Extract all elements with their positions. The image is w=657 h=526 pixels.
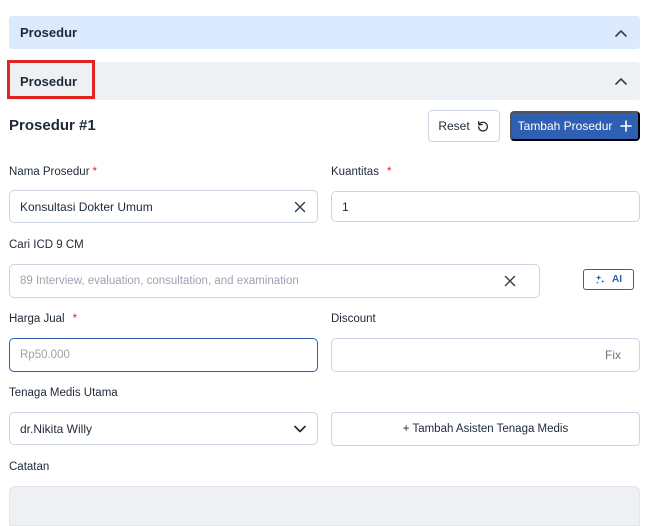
icd-search-input[interactable]: 89 Interview, evaluation, consultation, …: [9, 264, 540, 298]
kuantitas-label: Kuantitas *: [331, 166, 392, 178]
add-procedure-button[interactable]: Tambah Prosedur: [510, 111, 640, 141]
icd-label: Cari ICD 9 CM: [9, 239, 84, 251]
plus-icon: [620, 120, 633, 132]
discount-label: Discount: [331, 313, 376, 325]
tenaga-medis-select[interactable]: dr.Nikita Willy: [9, 412, 318, 445]
add-procedure-label: Tambah Prosedur: [517, 119, 613, 133]
tenaga-medis-label: Tenaga Medis Utama: [9, 387, 118, 399]
section-header-prosedur-1[interactable]: Prosedur: [9, 16, 640, 49]
reset-button[interactable]: Reset: [428, 110, 500, 142]
ai-button[interactable]: AI: [583, 269, 634, 290]
required-marker: *: [386, 166, 392, 178]
icd-placeholder: 89 Interview, evaluation, consultation, …: [20, 275, 299, 287]
tenaga-medis-value: dr.Nikita Willy: [20, 421, 93, 436]
catatan-textarea[interactable]: [9, 486, 640, 526]
harga-jual-placeholder: Rp50.000: [20, 349, 70, 361]
kuantitas-value: 1: [342, 199, 349, 214]
chevron-down-icon: [293, 422, 307, 436]
section-title: Prosedur: [20, 25, 78, 40]
kuantitas-field[interactable]: 1: [331, 191, 640, 222]
section-header-prosedur-2[interactable]: Prosedur: [9, 62, 640, 100]
harga-jual-field[interactable]: Rp50.000: [9, 338, 318, 372]
nama-prosedur-field[interactable]: Konsultasi Dokter Umum: [9, 190, 318, 223]
sparkle-icon: [595, 274, 605, 285]
discount-type-suffix[interactable]: Fix: [605, 348, 621, 362]
required-marker: *: [92, 166, 98, 178]
chevron-up-icon[interactable]: [614, 26, 628, 40]
catatan-label: Catatan: [9, 461, 50, 473]
add-assistant-button[interactable]: + Tambah Asisten Tenaga Medis: [331, 412, 640, 446]
chevron-up-icon[interactable]: [614, 74, 628, 88]
clear-icon[interactable]: [503, 274, 517, 288]
section-title: Prosedur: [20, 73, 78, 89]
procedure-title: Prosedur #1: [9, 117, 96, 134]
clear-icon[interactable]: [293, 200, 307, 214]
nama-prosedur-label: Nama Prosedur *: [9, 166, 98, 178]
required-marker: *: [72, 313, 78, 325]
harga-jual-label: Harga Jual *: [9, 313, 78, 325]
discount-field[interactable]: Fix: [331, 338, 640, 372]
reset-icon: [477, 120, 488, 132]
ai-label: AI: [612, 274, 622, 285]
nama-prosedur-value: Konsultasi Dokter Umum: [20, 199, 153, 214]
reset-label: Reset: [438, 119, 470, 133]
